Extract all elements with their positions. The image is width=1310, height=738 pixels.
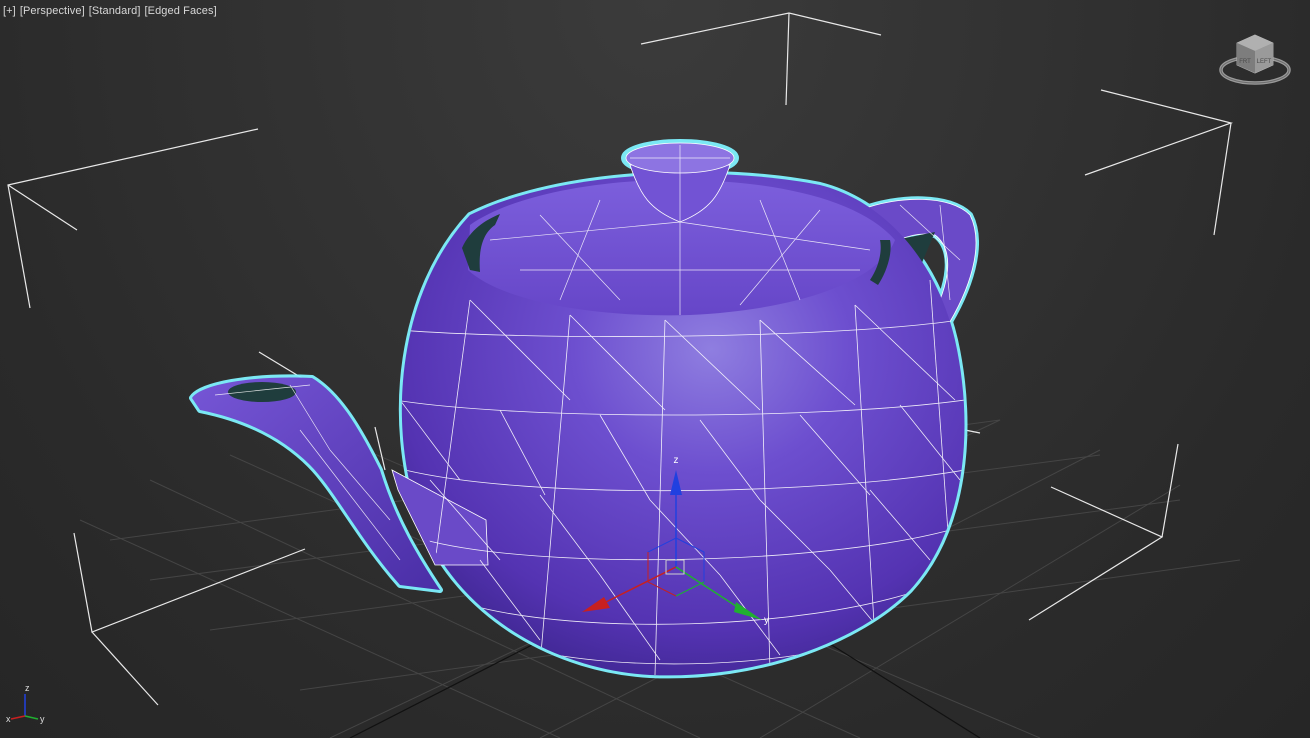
tripod-x-label: x <box>6 714 11 724</box>
tripod-z-label: z <box>25 683 30 693</box>
viewport-menu-button[interactable]: [+] <box>3 5 16 17</box>
scene-canvas[interactable]: z y z x y <box>0 0 1310 738</box>
teapot-object[interactable] <box>189 139 979 679</box>
axis-tripod: z x y <box>6 683 45 724</box>
viewport-shading-button[interactable]: [Standard] <box>89 5 141 17</box>
viewcube[interactable]: FRT LEFT <box>1218 32 1292 94</box>
perspective-viewport[interactable]: z y z x y [+] [Perspective] [Standard] [… <box>0 0 1310 738</box>
gizmo-z-label: z <box>674 455 679 466</box>
viewport-label-bar: [+] [Perspective] [Standard] [Edged Face… <box>3 5 217 17</box>
viewcube-front-label: FRT <box>1239 59 1251 65</box>
gizmo-y-label: y <box>764 615 769 626</box>
viewport-view-button[interactable]: [Perspective] <box>20 5 85 17</box>
tripod-y-label: y <box>40 714 45 724</box>
viewport-edges-button[interactable]: [Edged Faces] <box>145 5 217 17</box>
viewcube-left-label: LEFT <box>1257 59 1272 65</box>
